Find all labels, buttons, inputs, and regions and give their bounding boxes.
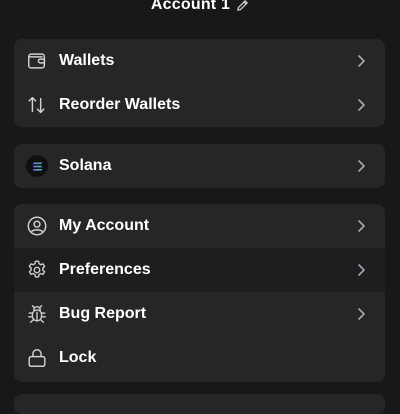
chevron-right-icon — [358, 55, 365, 67]
lock-label: Lock — [59, 349, 97, 366]
wallets-row[interactable]: Wallets — [14, 39, 385, 83]
lock-row[interactable]: Lock — [14, 336, 385, 380]
chevron-right-icon — [358, 160, 365, 172]
chevron-right-icon — [358, 99, 365, 111]
solana-label: Solana — [59, 157, 112, 174]
user-icon — [26, 215, 48, 237]
chevron-right-icon — [358, 220, 365, 232]
reorder-icon — [26, 94, 48, 116]
edit-pencil-icon[interactable] — [236, 0, 249, 12]
bug-icon — [26, 303, 48, 325]
settings-group: My Account Preferences Bug Report Lock — [14, 204, 385, 382]
wallet-icon — [26, 50, 48, 72]
chevron-right-icon — [358, 308, 365, 320]
reorder-wallets-row[interactable]: Reorder Wallets — [14, 83, 385, 127]
bug-report-row[interactable]: Bug Report — [14, 292, 385, 336]
gear-icon — [26, 259, 48, 281]
network-group: Solana — [14, 144, 385, 188]
preferences-row[interactable]: Preferences — [14, 248, 385, 292]
lock-icon — [26, 347, 48, 369]
wallets-label: Wallets — [59, 52, 115, 69]
reorder-wallets-label: Reorder Wallets — [59, 96, 181, 113]
solana-icon — [26, 155, 48, 177]
next-group-partial — [14, 394, 385, 414]
account-title: Account 1 — [150, 0, 231, 13]
preferences-label: Preferences — [59, 261, 151, 278]
solana-row[interactable]: Solana — [14, 144, 385, 188]
my-account-label: My Account — [59, 217, 150, 234]
bug-report-label: Bug Report — [59, 305, 147, 322]
my-account-row[interactable]: My Account — [14, 204, 385, 248]
account-header: Account 1 — [0, 0, 400, 16]
wallets-group: Wallets Reorder Wallets — [14, 39, 385, 127]
chevron-right-icon — [358, 264, 365, 276]
